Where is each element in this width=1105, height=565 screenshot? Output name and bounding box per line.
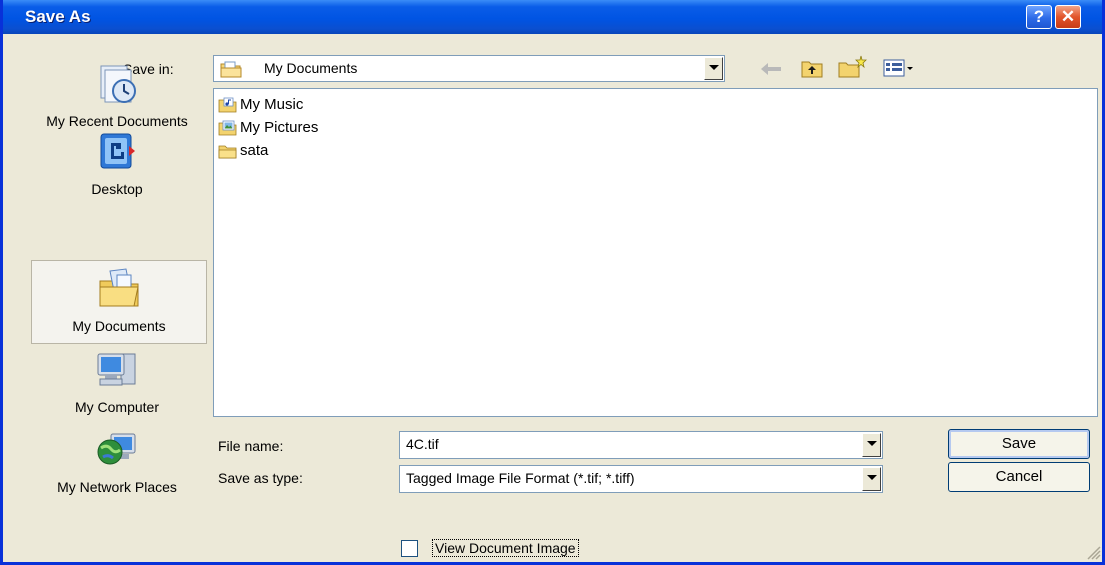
place-label: Desktop bbox=[91, 181, 143, 197]
save-in-dropdown[interactable]: My Documents bbox=[213, 55, 725, 82]
pictures-folder-icon bbox=[218, 120, 237, 136]
help-button[interactable]: ? bbox=[1026, 5, 1052, 29]
save-as-dialog: Save As ? ✕ Save in: My Documents My Rec… bbox=[0, 0, 1105, 565]
file-name-value: 4C.tif bbox=[406, 436, 439, 452]
view-document-image-checkbox[interactable] bbox=[401, 540, 418, 557]
my-computer-icon bbox=[97, 353, 136, 386]
place-my-network-places[interactable]: My Network Places bbox=[31, 422, 203, 496]
my-documents-icon bbox=[99, 268, 139, 307]
save-as-type-dropdown[interactable]: Tagged Image File Format (*.tif; *.tiff) bbox=[399, 465, 883, 493]
back-arrow-icon[interactable] bbox=[759, 60, 783, 78]
network-places-icon bbox=[97, 433, 136, 465]
file-name-input[interactable]: 4C.tif bbox=[399, 431, 883, 459]
save-button[interactable]: Save bbox=[948, 429, 1090, 459]
my-documents-small-icon bbox=[220, 61, 242, 78]
save-in-dropdown-arrow[interactable] bbox=[704, 57, 723, 80]
up-folder-icon[interactable] bbox=[800, 57, 824, 79]
folder-icon bbox=[218, 145, 237, 159]
place-label: My Computer bbox=[74, 399, 160, 415]
file-name: My Music bbox=[240, 96, 304, 113]
window-title: Save As bbox=[25, 7, 91, 26]
save-as-type-dropdown-arrow[interactable] bbox=[862, 467, 881, 491]
views-menu-icon[interactable] bbox=[883, 58, 915, 78]
view-document-image-label[interactable]: View Document Image bbox=[432, 539, 579, 557]
file-name-label: File name: bbox=[218, 438, 284, 454]
place-my-computer[interactable]: My Computer bbox=[31, 342, 203, 416]
save-as-type-label: Save as type: bbox=[218, 470, 303, 486]
desktop-icon bbox=[100, 133, 135, 169]
close-button[interactable]: ✕ bbox=[1055, 5, 1081, 29]
recent-documents-icon bbox=[100, 65, 136, 103]
file-list[interactable]: My Music My Pictures sata bbox=[213, 88, 1098, 417]
place-label: My Network Places bbox=[57, 479, 177, 495]
cancel-button[interactable]: Cancel bbox=[948, 462, 1090, 492]
new-folder-icon[interactable] bbox=[837, 55, 867, 79]
file-name: My Pictures bbox=[240, 119, 319, 136]
place-label: My Documents bbox=[72, 318, 166, 334]
place-desktop[interactable]: Desktop bbox=[31, 124, 203, 198]
place-my-recent-documents[interactable]: My Recent Documents bbox=[31, 56, 203, 130]
save-in-value: My Documents bbox=[264, 60, 358, 76]
title-bar[interactable]: Save As ? ✕ bbox=[3, 0, 1102, 34]
music-folder-icon bbox=[218, 97, 237, 113]
place-my-documents[interactable]: My Documents bbox=[31, 260, 207, 344]
places-bar: My Recent Documents Desktop My Documents bbox=[11, 56, 207, 522]
file-name-dropdown-arrow[interactable] bbox=[862, 433, 881, 457]
resize-grip-icon[interactable] bbox=[1085, 544, 1101, 560]
file-name: sata bbox=[240, 142, 269, 159]
save-as-type-value: Tagged Image File Format (*.tif; *.tiff) bbox=[406, 470, 635, 486]
